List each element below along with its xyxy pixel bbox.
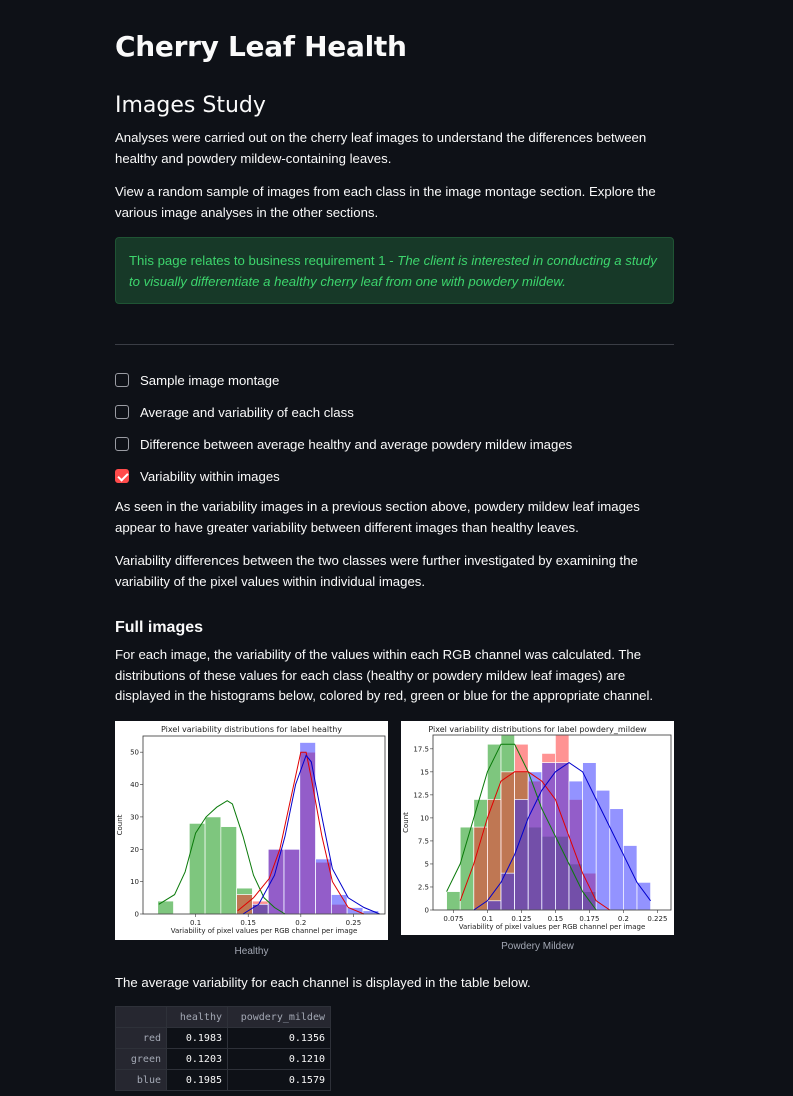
page-title: Cherry Leaf Health (115, 30, 407, 63)
histogram-bar-red (487, 799, 502, 911)
y-axis-label: Count (116, 814, 124, 835)
x-axis-label: Variability of pixel values per RGB chan… (171, 927, 358, 935)
checkbox-box[interactable] (115, 405, 129, 419)
chart-title: Pixel variability distributions for labe… (428, 725, 647, 734)
histogram-bar-red (236, 894, 253, 915)
table-row: blue 0.1985 0.1579 (115, 1069, 331, 1091)
page-subtitle: Images Study (115, 93, 266, 118)
y-tick-label: 0 (135, 911, 139, 919)
histogram-bar-blue (299, 742, 316, 915)
cell-powdery-mildew: 0.1579 (227, 1069, 331, 1091)
y-tick-label: 17.5 (413, 745, 429, 753)
histogram-healthy: Pixel variability distributions for labe… (115, 721, 388, 940)
row-label: blue (115, 1069, 167, 1091)
y-tick-label: 15 (420, 768, 429, 776)
caption-powdery-mildew: Powdery Mildew (501, 941, 574, 952)
plot-frame (142, 735, 386, 915)
y-tick-label: 40 (130, 781, 139, 789)
section-paragraph-2: Variability differences between the two … (115, 553, 638, 589)
histogram-healthy-svg: Pixel variability distributions for labe… (116, 725, 386, 935)
table-header-row: healthy powdery_mildew (115, 1006, 331, 1028)
caption-healthy: Healthy (234, 946, 269, 957)
checkbox-box-checked[interactable] (115, 469, 129, 483)
y-tick-label: 5 (425, 860, 429, 868)
y-axis-label: Count (402, 812, 410, 833)
histogram-bar-blue (283, 848, 301, 915)
checkbox-box[interactable] (115, 437, 129, 451)
checkbox-variability-within[interactable]: Variability within images (115, 466, 280, 486)
histogram-bar-green (446, 891, 461, 911)
x-tick-label: 0.225 (647, 915, 667, 923)
table-header-healthy: healthy (166, 1006, 228, 1028)
cell-healthy: 0.1203 (166, 1048, 228, 1070)
variability-table: healthy powdery_mildew red 0.1983 0.1356… (115, 1006, 331, 1091)
y-tick-label: 2.5 (418, 883, 429, 891)
checkbox-label[interactable]: Variability within images (140, 469, 280, 484)
info-box: This page relates to business requiremen… (115, 237, 674, 304)
y-tick-label: 10 (130, 878, 139, 886)
histogram-bar-blue (568, 780, 583, 911)
row-label: red (115, 1027, 167, 1049)
x-tick-label: 0.15 (240, 919, 256, 927)
histogram-bar-blue (487, 900, 502, 911)
histogram-bar-blue (609, 808, 624, 911)
info-prefix: This page relates to business requiremen… (129, 253, 398, 268)
checkbox-box[interactable] (115, 373, 129, 387)
checkbox-average-variability[interactable]: Average and variability of each class (115, 402, 354, 422)
histogram-bar-green (220, 826, 237, 915)
histogram-powdery-mildew-svg: Pixel variability distributions for labe… (402, 725, 672, 931)
x-tick-label: 0.25 (346, 919, 362, 927)
table-header-powdery-mildew: powdery_mildew (227, 1006, 331, 1028)
section-heading: Full images (115, 619, 204, 636)
divider (115, 344, 674, 345)
x-tick-label: 0.125 (511, 915, 531, 923)
x-tick-label: 0.2 (618, 915, 629, 923)
table-row: green 0.1203 0.1210 (115, 1048, 331, 1070)
y-tick-label: 10 (420, 814, 429, 822)
y-tick-label: 0 (425, 907, 429, 915)
x-tick-label: 0.1 (482, 915, 493, 923)
chart-title: Pixel variability distributions for labe… (161, 725, 342, 734)
cell-healthy: 0.1985 (166, 1069, 228, 1091)
cell-powdery-mildew: 0.1356 (227, 1027, 331, 1049)
histogram-bar-blue (541, 762, 556, 911)
checkbox-label[interactable]: Sample image montage (140, 373, 279, 388)
x-tick-label: 0.1 (190, 919, 201, 927)
x-tick-label: 0.15 (548, 915, 564, 923)
histogram-bar-blue (330, 894, 348, 915)
checkbox-label[interactable]: Difference between average healthy and a… (140, 437, 572, 452)
intro-paragraph-1: Analyses were carried out on the cherry … (115, 130, 647, 166)
y-tick-label: 30 (130, 813, 139, 821)
cell-healthy: 0.1983 (166, 1027, 228, 1049)
section-paragraph-3: For each image, the variability of the v… (115, 647, 654, 703)
checkbox-sample-montage[interactable]: Sample image montage (115, 370, 279, 390)
histogram-powdery-mildew: Pixel variability distributions for labe… (401, 721, 674, 935)
histogram-bar-blue (514, 799, 529, 911)
y-tick-label: 50 (130, 749, 139, 757)
x-tick-label: 0.175 (579, 915, 599, 923)
histogram-bar-blue (252, 903, 269, 915)
histogram-bar-green (188, 823, 206, 915)
table-row: red 0.1983 0.1356 (115, 1027, 331, 1049)
x-axis-label: Variability of pixel values per RGB chan… (459, 923, 646, 931)
section-paragraph-1: As seen in the variability images in a p… (115, 499, 640, 535)
row-label: green (115, 1048, 167, 1070)
x-tick-label: 0.2 (295, 919, 306, 927)
table-header-blank (115, 1006, 167, 1028)
x-tick-label: 0.075 (443, 915, 463, 923)
y-tick-label: 12.5 (413, 791, 429, 799)
histogram-bar-blue (527, 771, 543, 911)
y-tick-label: 20 (130, 846, 139, 854)
histogram-bar-green (204, 816, 222, 915)
checkbox-difference[interactable]: Difference between average healthy and a… (115, 434, 572, 454)
intro-paragraph-2: View a random sample of images from each… (115, 184, 656, 220)
histogram-bar-blue (595, 789, 611, 911)
checkbox-label[interactable]: Average and variability of each class (140, 405, 354, 420)
table-intro: The average variability for each channel… (115, 975, 531, 990)
y-tick-label: 7.5 (418, 837, 429, 845)
cell-powdery-mildew: 0.1210 (227, 1048, 331, 1070)
histogram-bar-blue (636, 882, 651, 911)
histogram-bar-blue (555, 762, 570, 911)
